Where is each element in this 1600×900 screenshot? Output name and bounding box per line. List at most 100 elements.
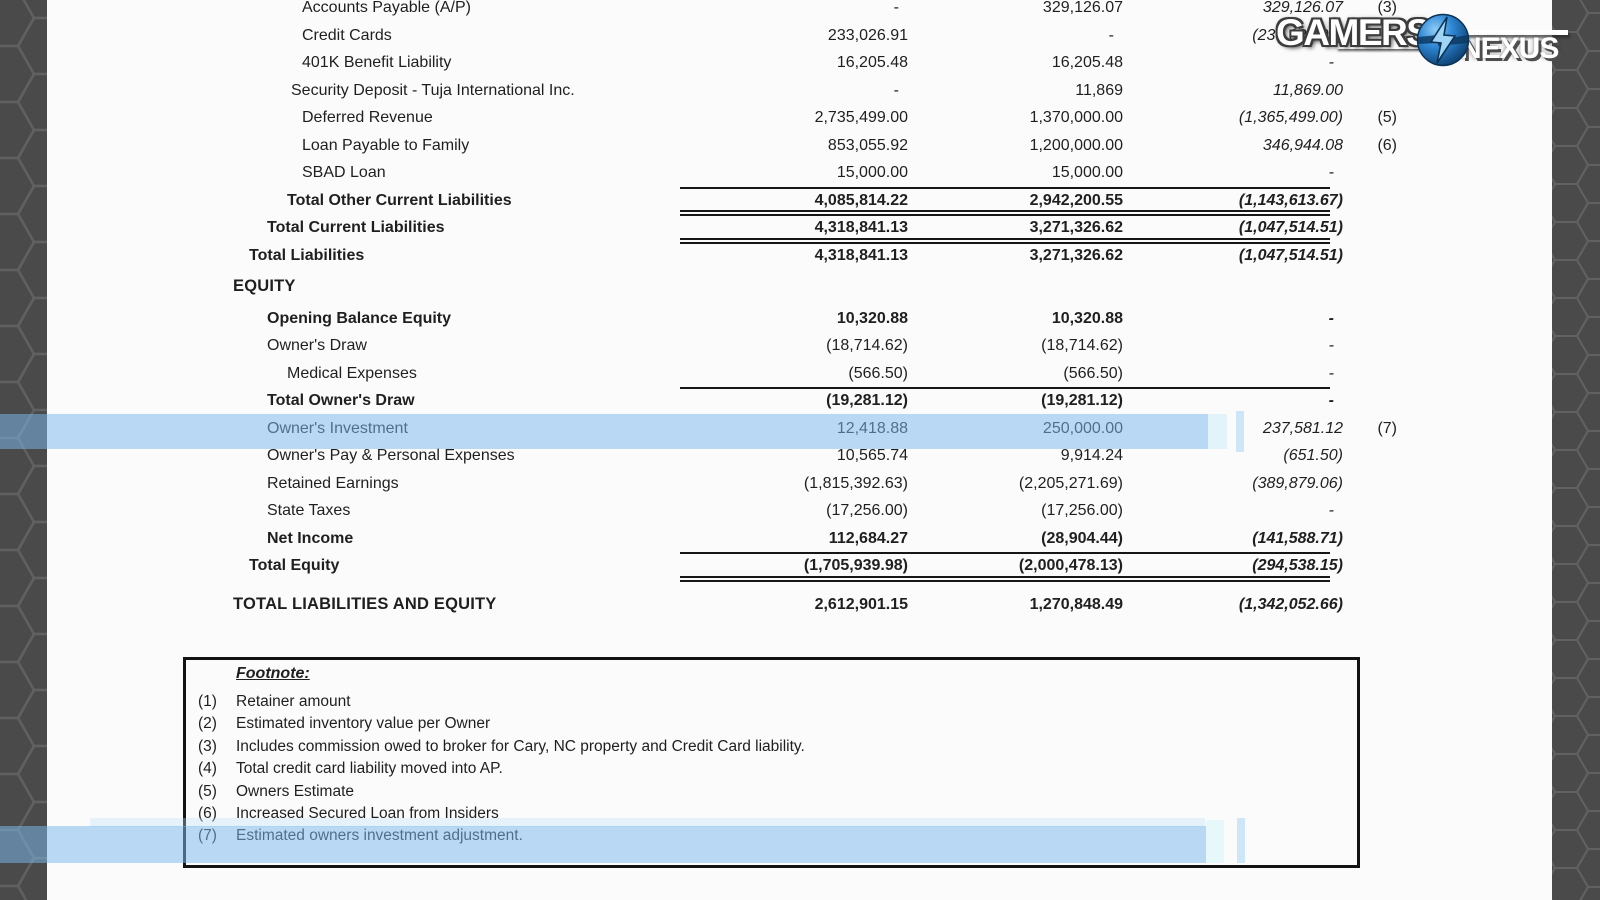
footnote-number: (7) (198, 825, 217, 847)
amount-column-3: (1,047,514.51) (1125, 242, 1343, 270)
logo-text-nexus: NEXUS (1460, 32, 1558, 66)
row-label: Net Income (267, 525, 353, 553)
amount-column-1: 15,000.00 (680, 159, 908, 187)
amount-column-1: 4,318,841.13 (680, 214, 908, 242)
amount-column-1: (17,256.00) (680, 497, 908, 525)
amount-column-3: 11,869.00 (1125, 77, 1343, 105)
table-row: State Taxes(17,256.00)(17,256.00)- (47, 497, 1552, 525)
row-label: EQUITY (233, 273, 296, 301)
table-row: Owner's Draw(18,714.62)(18,714.62)- (47, 332, 1552, 360)
amount-column-1: 2,612,901.15 (680, 591, 908, 619)
row-label: Total Equity (249, 552, 339, 580)
footnote-text: Total credit card liability moved into A… (236, 758, 503, 780)
amount-column-2: (17,256.00) (910, 497, 1123, 525)
table-row: Retained Earnings (1,815,392.63)(2,205,27… (47, 470, 1552, 498)
amount-column-1: 112,684.27 (680, 525, 908, 553)
row-label: State Taxes (267, 497, 350, 525)
amount-column-3: - (1125, 360, 1343, 388)
amount-column-2: (18,714.62) (910, 332, 1123, 360)
table-row: Deferred Revenue2,735,499.001,370,000.00… (47, 104, 1552, 132)
amount-column-3: (1,342,052.66) (1125, 591, 1343, 619)
amount-column-2: 11,869 (910, 77, 1123, 105)
table-row: Total Liabilities 4,318,841.133,271,326.6… (47, 242, 1552, 270)
video-frame: { "logo": { "part1": "GAMERS", "part2": … (0, 0, 1600, 900)
footnote-number: (5) (198, 781, 217, 803)
amount-column-3: 237,581.12 (1125, 415, 1343, 443)
footnote-item: (4) Total credit card liability moved int… (186, 758, 1286, 780)
row-label: Credit Cards (302, 22, 392, 50)
amount-column-3: - (1125, 159, 1343, 187)
amount-column-2: 329,126.07 (910, 0, 1123, 22)
amount-column-1: 4,318,841.13 (680, 242, 908, 270)
amount-column-1: (1,815,392.63) (680, 470, 908, 498)
gamersnexus-logo: GAMERS NEXUS (1272, 10, 1592, 74)
footnote-item: (1)Retainer amount (186, 691, 1286, 713)
row-label: Opening Balance Equity (267, 305, 451, 333)
amount-column-3: (1,047,514.51) (1125, 214, 1343, 242)
footnote-number: (6) (198, 803, 217, 825)
footnote-number: (4) (198, 758, 217, 780)
table-row: Total Equity (1,705,939.98)(2,000,478.13)… (47, 552, 1552, 580)
row-label: Owner's Pay & Personal Expenses (267, 442, 515, 470)
footnote-item: (5) Owners Estimate (186, 781, 1286, 803)
row-label: Medical Expenses (287, 360, 417, 388)
balance-sheet-document: Accounts Payable (A/P)-329,126.07329,126… (47, 0, 1552, 900)
row-label: Total Owner's Draw (267, 387, 415, 415)
table-row: Medical Expenses(566.50)(566.50)- (47, 360, 1552, 388)
row-label: Owner's Investment (267, 415, 408, 443)
amount-column-3: - (1125, 387, 1343, 415)
footnote-item: (2)Estimated inventory value per Owner (186, 713, 1286, 735)
row-label: Security Deposit - Tuja International In… (291, 77, 575, 105)
amount-column-2: 3,271,326.62 (910, 242, 1123, 270)
table-row: Owner's Pay & Personal Expenses10,565.74… (47, 442, 1552, 470)
table-row: Total Current Liabilities 4,318,841.133,2… (47, 214, 1552, 242)
footnote-title: Footnote: (236, 665, 310, 683)
footnote-box: Footnote: (1)Retainer amount(2)Estimated… (183, 657, 1360, 868)
amount-column-2: 1,370,000.00 (910, 104, 1123, 132)
footnote-ref: (6) (1345, 132, 1397, 160)
amount-column-3: (141,588.71) (1125, 525, 1343, 553)
amount-column-2: 3,271,326.62 (910, 214, 1123, 242)
amount-column-2: (2,205,271.69) (910, 470, 1123, 498)
amount-column-3: - (1125, 332, 1343, 360)
footnote-text: Retainer amount (236, 691, 351, 713)
amount-column-2: 1,270,848.49 (910, 591, 1123, 619)
footnote-text: Increased Secured Loan from Insiders (236, 803, 499, 825)
table-row: TOTAL LIABILITIES AND EQUITY2,612,901.15… (47, 591, 1552, 619)
table-row: Total Other Current Liabilities4,085,814… (47, 187, 1552, 215)
table-row: Security Deposit - Tuja International In… (47, 77, 1552, 105)
row-label: 401K Benefit Liability (302, 49, 451, 77)
amount-column-3: 346,944.08 (1125, 132, 1343, 160)
footnote-item: (3)Includes commission owed to broker fo… (186, 736, 1286, 758)
amount-column-3: (389,879.06) (1125, 470, 1343, 498)
amount-column-3: (651.50) (1125, 442, 1343, 470)
amount-column-3: (1,365,499.00) (1125, 104, 1343, 132)
amount-column-3: - (1125, 497, 1343, 525)
row-label: Total Current Liabilities (267, 214, 445, 242)
amount-column-1: 10,320.88 (680, 305, 908, 333)
hexagon-background-left (0, 0, 47, 900)
amount-column-3: (294,538.15) (1125, 552, 1343, 580)
amount-column-2: (2,000,478.13) (910, 552, 1123, 580)
amount-column-2: (566.50) (910, 360, 1123, 388)
amount-column-1: 2,735,499.00 (680, 104, 908, 132)
amount-column-2: (19,281.12) (910, 387, 1123, 415)
amount-column-1: - (680, 0, 908, 22)
amount-column-2: 15,000.00 (910, 159, 1123, 187)
amount-column-2: 250,000.00 (910, 415, 1123, 443)
amount-column-1: (19,281.12) (680, 387, 908, 415)
amount-column-1: 233,026.91 (680, 22, 908, 50)
row-label: Total Liabilities (249, 242, 364, 270)
amount-column-1: (1,705,939.98) (680, 552, 908, 580)
row-label: Retained Earnings (267, 470, 399, 498)
row-label: Owner's Draw (267, 332, 367, 360)
footnote-number: (3) (198, 736, 217, 758)
amount-column-3: (1,143,613.67) (1125, 187, 1343, 215)
row-label: Accounts Payable (A/P) (302, 0, 471, 22)
footnote-text: Owners Estimate (236, 781, 354, 803)
amount-column-2: 2,942,200.55 (910, 187, 1123, 215)
footnote-item: (7)Estimated owners investment adjustmen… (186, 825, 1286, 847)
hexagon-background-right (1552, 0, 1600, 900)
amount-column-1: (566.50) (680, 360, 908, 388)
row-label: SBAD Loan (302, 159, 386, 187)
